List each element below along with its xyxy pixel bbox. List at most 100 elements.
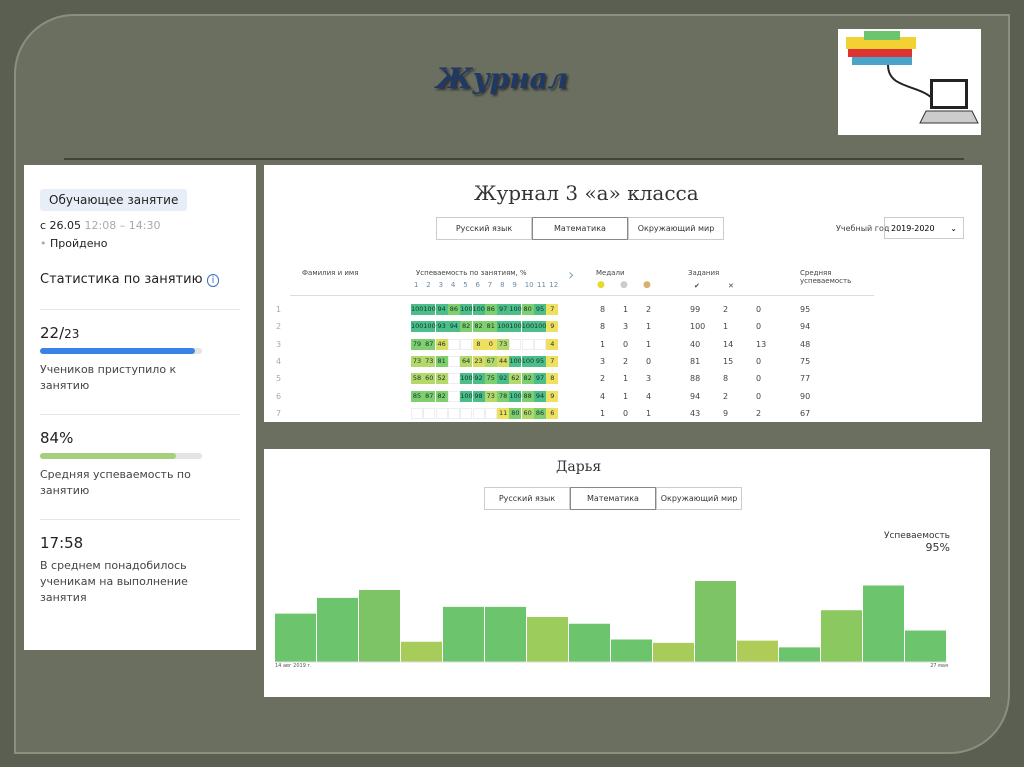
chart-bar[interactable] [359,590,400,662]
score-cell[interactable]: 46 [435,338,448,350]
score-cell[interactable]: 52 [435,373,448,385]
chart-bar[interactable] [905,630,946,663]
chart-bar[interactable] [863,585,904,663]
score-cell[interactable]: 93 [435,321,448,333]
score-cell[interactable]: 100 [509,355,522,367]
score-cell[interactable]: 85 [411,390,423,402]
score-cell[interactable]: 94 [534,390,546,402]
score-cell[interactable]: 80 [509,407,522,419]
score-cell[interactable]: 95 [534,355,546,367]
score-cell[interactable]: 58 [411,373,423,385]
score-cell[interactable]: 100 [509,390,522,402]
score-cell[interactable]: 97 [497,304,510,315]
score-cell[interactable]: 87 [423,338,436,350]
score-cell[interactable]: 9 [546,390,559,402]
table-row[interactable]: 2 100 100 93 94 82 82 81 100 100 100 100 9 8 3 1 100 1 0 94 [264,320,982,334]
score-cell[interactable] [534,338,546,350]
score-cell[interactable]: 62 [509,373,522,385]
score-cell[interactable]: 75 [484,373,497,385]
score-cell[interactable]: 100 [460,304,473,315]
score-cell[interactable]: 86 [484,304,497,315]
score-cell[interactable]: 98 [472,390,485,402]
score-cell[interactable]: 97 [534,373,546,385]
score-cell[interactable] [509,338,522,350]
score-cell[interactable] [447,338,460,350]
score-cell[interactable] [460,338,473,350]
score-cell[interactable] [460,407,473,419]
score-cell[interactable]: 73 [497,338,510,350]
score-cell[interactable]: 73 [484,390,497,402]
score-cell[interactable]: 6 [546,407,559,419]
table-row[interactable]: 3 79 87 46 8 0 73 4 1 0 1 40 14 13 48 [264,338,982,352]
score-cell[interactable]: 82 [460,321,473,333]
score-cell[interactable]: 100 [423,304,436,315]
score-cell[interactable]: 100 [460,373,473,385]
score-cell[interactable]: 100 [460,390,473,402]
score-cell[interactable] [447,355,460,367]
score-cell[interactable]: 92 [497,373,510,385]
score-cell[interactable]: 100 [411,321,423,333]
chart-bar[interactable] [821,610,862,662]
info-icon[interactable]: i [206,274,220,287]
chevron-right-icon[interactable]: › [568,265,574,284]
tab-0[interactable]: Русский язык [436,217,532,240]
chart-bar[interactable] [737,640,778,662]
chart-bar[interactable] [653,642,694,662]
score-cell[interactable]: 7 [546,355,559,367]
table-row[interactable]: 1 100 100 94 86 100 100 86 97 100 80 95 7 8 1 2 99 2 0 95 [264,303,982,317]
score-cell[interactable] [484,407,497,419]
score-cell[interactable]: 60 [521,407,534,419]
score-cell[interactable]: 86 [534,407,546,419]
score-cell[interactable]: 100 [411,304,423,315]
score-cell[interactable]: 82 [435,390,448,402]
score-cell[interactable]: 0 [484,338,497,350]
score-cell[interactable]: 7 [546,304,559,315]
score-cell[interactable]: 81 [435,355,448,367]
table-row[interactable]: 5 58 60 52 100 92 75 92 62 82 97 8 2 1 3 88 8 0 77 [264,372,982,386]
table-row[interactable]: 6 85 87 82 100 98 73 78 100 88 94 9 4 1 4 94 2 0 90 [264,390,982,404]
chart-bar[interactable] [611,639,652,663]
score-cell[interactable]: 23 [472,355,485,367]
score-cell[interactable]: 100 [521,321,534,333]
score-cell[interactable]: 8 [472,338,485,350]
score-cell[interactable]: 100 [509,321,522,333]
chart-bar[interactable] [443,606,484,662]
chart-bar[interactable] [569,623,610,662]
score-cell[interactable]: 78 [497,390,510,402]
score-cell[interactable]: 81 [484,321,497,333]
score-cell[interactable] [472,407,485,419]
score-cell[interactable] [447,373,460,385]
chart-bar[interactable] [275,613,316,662]
table-row[interactable]: 7 11 80 60 86 6 1 0 1 43 9 2 67 [264,407,982,421]
score-cell[interactable]: 100 [521,355,534,367]
score-cell[interactable]: 82 [521,373,534,385]
score-cell[interactable] [447,390,460,402]
score-cell[interactable]: 9 [546,321,559,333]
score-cell[interactable] [447,407,460,419]
score-cell[interactable]: 11 [497,407,510,419]
year-select[interactable]: 2019-2020 ⌄ [884,217,964,239]
chart-bar[interactable] [317,597,358,662]
score-cell[interactable]: 100 [497,321,510,333]
score-cell[interactable]: 94 [435,304,448,315]
score-cell[interactable] [411,407,423,419]
score-cell[interactable]: 67 [484,355,497,367]
score-cell[interactable] [423,407,436,419]
table-row[interactable]: 4 73 73 81 64 23 67 44 100 100 95 7 3 2 0 81 15 0 75 [264,355,982,369]
score-cell[interactable]: 80 [521,304,534,315]
score-cell[interactable]: 73 [423,355,436,367]
score-cell[interactable]: 86 [447,304,460,315]
score-cell[interactable]: 87 [423,390,436,402]
tab-1[interactable]: Математика [532,217,628,240]
score-cell[interactable]: 64 [460,355,473,367]
score-cell[interactable]: 100 [472,304,485,315]
score-cell[interactable] [435,407,448,419]
chart-bar[interactable] [695,581,736,662]
chart-bar[interactable] [779,647,820,662]
score-cell[interactable]: 100 [509,304,522,315]
score-cell[interactable]: 100 [534,321,546,333]
score-cell[interactable]: 95 [534,304,546,315]
score-cell[interactable]: 44 [497,355,510,367]
score-cell[interactable]: 100 [423,321,436,333]
score-cell[interactable]: 79 [411,338,423,350]
